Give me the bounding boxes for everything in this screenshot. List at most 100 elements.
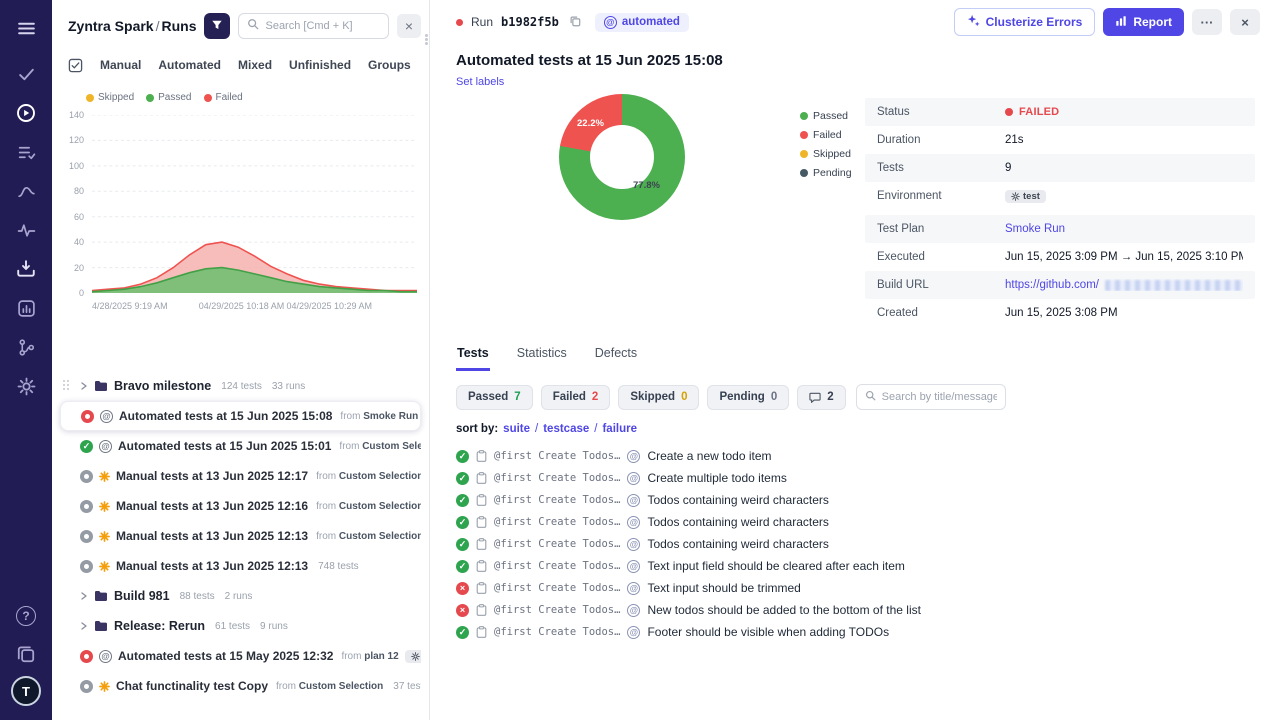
run-group-row[interactable]: Bravo milestone124 tests33 runs (60, 371, 421, 401)
clipboard-icon (476, 450, 487, 462)
results-donut-chart: 22.2% 77.8% (559, 94, 685, 220)
environment-badge: test (405, 650, 421, 663)
at-icon: @ (627, 516, 640, 529)
more-actions-button[interactable]: ··· (1192, 9, 1222, 35)
checklist-icon (68, 58, 83, 73)
run-type-tab-automated[interactable]: Automated (158, 56, 221, 74)
run-group-row[interactable]: Release: Rerun61 tests9 runs (60, 611, 421, 641)
run-row[interactable]: Manual tests at 13 Jun 2025 12:16from Cu… (60, 491, 421, 521)
test-row[interactable]: ✓@first Create Todos…@Text input field s… (456, 555, 1254, 577)
test-search-input[interactable] (882, 391, 997, 403)
test-row[interactable]: ✓@first Create Todos…@Create a new todo … (456, 445, 1254, 467)
test-status-icon: × (456, 582, 469, 595)
build-url-link[interactable]: https://github.com/ (1005, 279, 1099, 291)
close-run-button[interactable]: × (1230, 9, 1260, 35)
branch-icon[interactable] (10, 331, 42, 363)
run-type-tab-mixed[interactable]: Mixed (238, 56, 272, 74)
clusterize-errors-button[interactable]: Clusterize Errors (954, 8, 1096, 36)
drag-handle-icon[interactable] (63, 380, 70, 391)
gear-icon (411, 652, 420, 661)
at-icon: @ (627, 604, 640, 617)
trend-icon[interactable] (10, 175, 42, 207)
filter-chip-skipped[interactable]: Skipped0 (618, 385, 699, 410)
run-row[interactable]: @Automated tests at 15 Jun 2025 15:01fro… (60, 431, 421, 461)
run-details-pane: Run b1982f5b @ automated Clusterize Erro… (430, 0, 1280, 720)
sort-by-suite[interactable]: suite (503, 423, 530, 435)
runs-search-input[interactable] (265, 20, 380, 32)
test-status-icon: ✓ (456, 494, 469, 507)
legend-item: Passed (800, 110, 852, 122)
comments-filter-chip[interactable]: 2 (797, 385, 845, 410)
run-row[interactable]: Manual tests at 13 Jun 2025 12:13from Cu… (60, 521, 421, 551)
tab-statistics[interactable]: Statistics (516, 344, 568, 371)
set-labels-link[interactable]: Set labels (456, 76, 504, 88)
help-icon[interactable]: ? (10, 600, 42, 632)
tab-defects[interactable]: Defects (594, 344, 638, 371)
run-row[interactable]: @Automated tests at 15 Jun 2025 15:08fro… (60, 401, 421, 431)
runs-tree: Bravo milestone124 tests33 runs@Automate… (52, 371, 429, 701)
run-row[interactable]: @Automated tests at 15 May 2025 12:32fro… (60, 641, 421, 671)
reports-chart-icon[interactable] (10, 292, 42, 324)
test-row[interactable]: ✓@first Create Todos…@Todos containing w… (456, 533, 1254, 555)
legend-item: Passed (146, 92, 191, 103)
panel-resize-handle[interactable] (425, 34, 428, 46)
folder-icon (94, 590, 108, 602)
tests-check-icon[interactable] (10, 58, 42, 90)
user-avatar[interactable]: T (11, 676, 41, 706)
settings-gear-icon[interactable] (10, 370, 42, 402)
manual-run-icon (99, 471, 110, 482)
runs-play-icon[interactable] (10, 97, 42, 129)
clipboard-icon (476, 560, 487, 572)
test-row[interactable]: ×@first Create Todos…@Text input should … (456, 577, 1254, 599)
breadcrumb: Zyntra Spark/Runs (68, 18, 196, 34)
test-row[interactable]: ×@first Create Todos…@New todos should b… (456, 599, 1254, 621)
activity-pulse-icon[interactable] (10, 214, 42, 246)
run-type-tab-unfinished[interactable]: Unfinished (289, 56, 351, 74)
clipboard-icon (476, 472, 487, 484)
sort-label: sort by: (456, 423, 498, 435)
environment-badge: test (1005, 190, 1046, 203)
run-row[interactable]: Chat functinality test Copyfrom Custom S… (60, 671, 421, 701)
at-icon: @ (627, 538, 640, 551)
at-icon: @ (99, 440, 112, 453)
report-button[interactable]: Report (1103, 8, 1184, 36)
filter-button[interactable] (204, 13, 230, 39)
test-row[interactable]: ✓@first Create Todos…@Footer should be v… (456, 621, 1254, 643)
manual-run-icon (99, 531, 110, 542)
at-icon: @ (99, 650, 112, 663)
test-row[interactable]: ✓@first Create Todos…@Todos containing w… (456, 511, 1254, 533)
tab-tests[interactable]: Tests (456, 344, 490, 371)
area-chart (92, 115, 417, 293)
copy-run-id-button[interactable] (567, 13, 583, 32)
import-runs-icon[interactable] (10, 253, 42, 285)
app-rail: ? T (0, 0, 52, 720)
search-icon (865, 388, 876, 406)
projects-icon[interactable] (10, 638, 42, 670)
filter-chip-pending[interactable]: Pending0 (707, 385, 789, 410)
panel-close-button[interactable]: × (397, 14, 421, 38)
filter-chip-passed[interactable]: Passed7 (456, 385, 533, 410)
run-tabs: Tests Statistics Defects (430, 330, 1280, 371)
at-icon: @ (627, 582, 640, 595)
run-group-row[interactable]: Build 98188 tests2 runs (60, 581, 421, 611)
redacted-url (1105, 280, 1243, 291)
test-status-icon: ✓ (456, 472, 469, 485)
test-plans-icon[interactable] (10, 136, 42, 168)
run-type-tab-manual[interactable]: Manual (100, 56, 141, 74)
test-row[interactable]: ✓@first Create Todos…@Todos containing w… (456, 489, 1254, 511)
sort-by-testcase[interactable]: testcase (543, 423, 589, 435)
test-search (856, 384, 1006, 410)
status-dot (1005, 108, 1013, 116)
at-icon: @ (627, 560, 640, 573)
run-row[interactable]: Manual tests at 13 Jun 2025 12:17from Cu… (60, 461, 421, 491)
filter-chip-failed[interactable]: Failed2 (541, 385, 611, 410)
run-type-tab-groups[interactable]: Groups (368, 56, 411, 74)
test-plan-link[interactable]: Smoke Run (1005, 223, 1065, 235)
runs-search (238, 13, 389, 39)
run-row[interactable]: Manual tests at 13 Jun 2025 12:13748 tes… (60, 551, 421, 581)
test-status-icon: × (456, 604, 469, 617)
menu-icon[interactable] (10, 12, 42, 44)
test-status-icon: ✓ (456, 538, 469, 551)
sort-by-failure[interactable]: failure (602, 423, 637, 435)
test-row[interactable]: ✓@first Create Todos…@Create multiple to… (456, 467, 1254, 489)
